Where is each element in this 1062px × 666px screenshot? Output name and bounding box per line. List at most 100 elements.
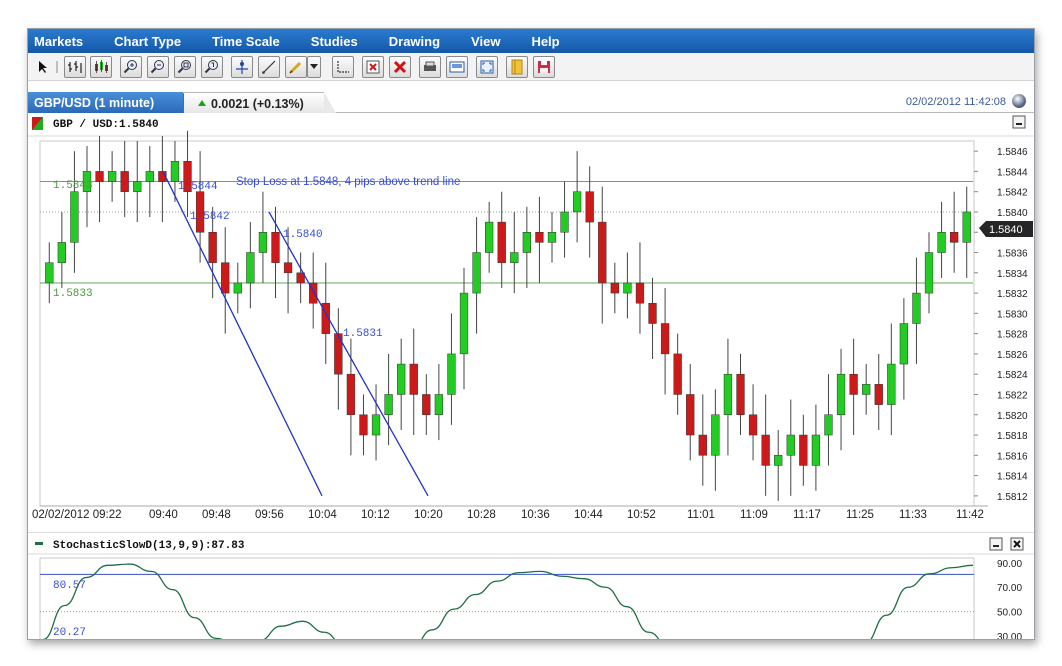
menu-drawing[interactable]: Drawing — [383, 34, 440, 49]
candle-down — [283, 262, 293, 274]
trendline-icon[interactable] — [258, 56, 280, 78]
candle-up — [371, 414, 381, 436]
candle-down — [736, 373, 745, 416]
candle-down — [95, 171, 104, 182]
x-tick-label: 09:40 — [149, 509, 178, 521]
x-tick-label: 11:25 — [846, 509, 874, 521]
stoch-upper-level-label: 80.57 — [53, 580, 86, 592]
menu-chart-type[interactable]: Chart Type — [108, 34, 181, 49]
candle-down — [761, 434, 770, 466]
up-arrow-icon — [198, 100, 206, 106]
candle-down — [673, 353, 682, 395]
x-tick-label: 10:52 — [627, 509, 656, 521]
bar-chart-icon[interactable] — [64, 56, 86, 78]
candle-down — [698, 434, 707, 456]
minimize-panel-button[interactable] — [1012, 115, 1026, 129]
candle-down — [497, 221, 506, 263]
x-tick-label: 10:36 — [521, 509, 550, 521]
candle-up — [912, 292, 921, 324]
x-tick-label: 09:56 — [255, 509, 284, 521]
fullscreen-icon[interactable] — [476, 56, 498, 78]
y-tick-label: 1.5820 — [997, 411, 1028, 422]
candle-up — [962, 211, 971, 243]
candle-down — [635, 282, 645, 304]
zoom-fit-icon[interactable] — [174, 56, 196, 78]
candle-up — [434, 394, 444, 416]
menu-help[interactable]: Help — [525, 34, 559, 49]
y-tick-label: 1.5828 — [997, 330, 1028, 341]
candle-down — [849, 373, 858, 395]
candle-up — [774, 455, 783, 466]
zoom-out-icon[interactable] — [147, 56, 169, 78]
stochastic-panel[interactable]: StochasticSlowD(13,9,9):87.83 90.00 70.00… — [28, 532, 1035, 640]
candle-up — [937, 232, 946, 253]
candle-down — [648, 302, 657, 324]
candle-up — [459, 292, 469, 355]
candle-down — [799, 434, 808, 466]
y-tick-label: 1.5832 — [997, 289, 1028, 300]
y-tick-label: 1.5816 — [997, 451, 1028, 462]
toolbar — [28, 53, 1034, 81]
x-tick-label: 11:42 — [956, 509, 984, 521]
candle-down — [208, 232, 217, 263]
menu-view[interactable]: View — [465, 34, 500, 49]
measure-icon[interactable] — [332, 56, 354, 78]
menu-time-scale[interactable]: Time Scale — [206, 34, 280, 49]
candle-up — [510, 252, 519, 263]
x-tick-label: 09:48 — [202, 509, 231, 521]
y-tick-label: 1.5812 — [997, 492, 1028, 503]
candle-up — [862, 384, 871, 395]
template-icon[interactable] — [506, 56, 528, 78]
delete-all-icon[interactable] — [389, 56, 411, 78]
screenshot-icon[interactable] — [446, 56, 468, 78]
candle-down — [585, 191, 594, 223]
candlestick-icon[interactable] — [90, 56, 112, 78]
candle-up — [170, 161, 180, 182]
delete-drawing-icon[interactable] — [362, 56, 384, 78]
candle-up — [899, 323, 909, 365]
candle-up — [786, 434, 795, 456]
candle-up — [711, 414, 720, 456]
tab-gbp-usd[interactable]: GBP/USD (1 minute) — [28, 92, 195, 113]
y-tick-label: 1.5814 — [997, 472, 1028, 483]
candle-up — [887, 363, 896, 405]
zoom-in-icon[interactable] — [120, 56, 142, 78]
x-tick-label: 11:01 — [687, 509, 715, 521]
save-icon[interactable] — [533, 56, 555, 78]
stoch-y-tick-label: 90.00 — [997, 559, 1022, 570]
x-tick-label: 10:04 — [308, 509, 337, 521]
y-tick-label: 1.5844 — [997, 167, 1028, 178]
candle-up — [107, 171, 117, 182]
candle-up — [246, 252, 255, 284]
pencil-icon[interactable] — [285, 56, 307, 78]
candle-down — [409, 363, 418, 395]
candle-down — [221, 262, 230, 294]
annotation-1-5840: 1.5840 — [283, 229, 323, 241]
x-tick-label: 10:28 — [467, 509, 496, 521]
level-label-top: 1.5843 — [53, 180, 93, 192]
candle-down — [950, 232, 959, 243]
candle-down — [120, 171, 129, 192]
x-tick-label: 02/02/2012 09:22 — [32, 509, 122, 521]
print-icon[interactable] — [419, 56, 441, 78]
y-tick-label: 1.5824 — [997, 370, 1028, 381]
crosshair-icon[interactable] — [231, 56, 253, 78]
annotation-1-5842: 1.5842 — [190, 211, 230, 223]
pointer-icon[interactable] — [34, 56, 52, 78]
candle-down — [748, 414, 758, 436]
minimize-stochastic-button[interactable] — [989, 537, 1003, 551]
candle-down — [422, 394, 431, 416]
globe-icon[interactable] — [1012, 94, 1026, 108]
x-tick-label: 11:17 — [793, 509, 821, 521]
zoom-reset-icon[interactable] — [201, 56, 223, 78]
price-chart[interactable]: GBP / USD:1.5840 1.5846 1.5844 1.5842 1.584… — [28, 113, 1035, 527]
menu-markets[interactable]: Markets — [28, 34, 83, 49]
dropdown-icon[interactable] — [307, 56, 321, 78]
candle-up — [485, 221, 494, 253]
candle-down — [610, 282, 619, 294]
menu-studies[interactable]: Studies — [305, 34, 358, 49]
price-change: 0.0021 (+0.13%) — [184, 92, 336, 113]
stoch-y-tick-label: 30.00 — [997, 632, 1022, 640]
candle-up — [447, 353, 456, 395]
chart-tab-bar: GBP/USD (1 minute) 0.0021 (+0.13%) — [28, 89, 1034, 113]
